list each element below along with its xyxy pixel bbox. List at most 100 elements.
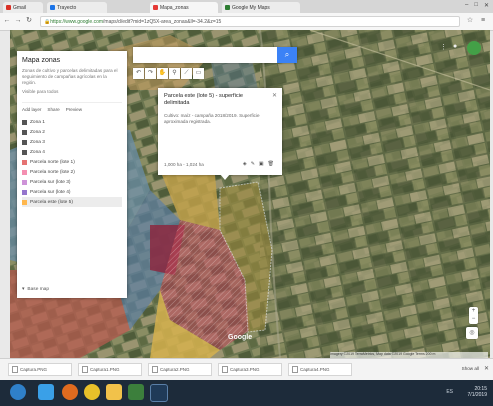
layer-item-selected[interactable]: Parcela este (lote 5) bbox=[22, 197, 122, 207]
edit-icon[interactable]: ✎ bbox=[251, 161, 255, 167]
popup-description: Cultivo: maíz - campaña 2018/2019. Super… bbox=[164, 113, 260, 124]
ruler-icon[interactable]: ▭ bbox=[193, 68, 204, 79]
feature-info-popup: ✕ Parcela este (lote 5) - superficie del… bbox=[158, 88, 282, 175]
photo-icon[interactable]: ▣ bbox=[259, 161, 264, 167]
chrome-icon[interactable] bbox=[84, 384, 100, 400]
layer-item[interactable]: Parcela sur (lote 3) bbox=[22, 177, 122, 187]
avatar[interactable] bbox=[467, 41, 481, 55]
download-filename: Captura3.PNG bbox=[230, 367, 260, 372]
layer-label: Parcela norte (lote 1) bbox=[30, 159, 75, 165]
url-path: /maps/d/edit?mid=1zQ5X-area_zonas&ll=-34… bbox=[103, 18, 222, 25]
maps-pin-icon bbox=[153, 5, 158, 10]
tab-mapa-zonas[interactable]: Mapa_zonas bbox=[150, 2, 218, 13]
layer-item[interactable]: Zona 2 bbox=[22, 127, 122, 137]
file-icon bbox=[82, 366, 88, 373]
reload-icon[interactable]: ↻ bbox=[25, 17, 33, 25]
line-icon bbox=[22, 119, 27, 125]
layer-label: Zona 2 bbox=[30, 129, 45, 135]
map-visibility: Visible para todos bbox=[22, 89, 59, 94]
popup-measurement: 1,000 ha - 1,024 ha bbox=[164, 162, 204, 167]
share-button[interactable]: Share bbox=[47, 107, 59, 112]
show-all-downloads-link[interactable]: Show all bbox=[462, 366, 479, 371]
start-icon[interactable] bbox=[10, 384, 26, 400]
search-icon: ⌕ bbox=[284, 50, 290, 59]
hand-icon[interactable]: ✋ bbox=[157, 68, 168, 79]
polygon-icon bbox=[22, 199, 27, 205]
apps-grid-icon[interactable]: ⋮ bbox=[440, 43, 447, 51]
system-clock[interactable]: 20:15 7/1/2019 bbox=[468, 386, 487, 398]
notifications-icon[interactable]: ● bbox=[453, 43, 461, 51]
download-filename: Captura2.PNG bbox=[160, 367, 190, 372]
zoom-in-icon[interactable]: + bbox=[472, 308, 476, 314]
map-title[interactable]: Mapa zonas bbox=[22, 57, 122, 64]
paint-icon[interactable]: ◈ bbox=[243, 161, 247, 167]
download-item[interactable]: Captura2.PNG bbox=[148, 363, 212, 376]
base-map-toggle[interactable]: ▾ Base map bbox=[22, 287, 49, 292]
layer-label: Zona 3 bbox=[30, 139, 45, 145]
layer-label: Parcela sur (lote 3) bbox=[30, 179, 71, 185]
delete-icon[interactable]: 🗑 bbox=[268, 161, 274, 167]
layer-list: Zona 1 Zona 2 Zona 3 Zona 4 Parcela nort… bbox=[22, 117, 122, 207]
polygon-icon bbox=[22, 159, 27, 165]
map-legend-panel: Mapa zonas Zonas de cultivo y parcelas d… bbox=[17, 51, 127, 298]
zoom-out-icon[interactable]: − bbox=[472, 316, 476, 322]
tab-my-maps[interactable]: Google My Maps bbox=[222, 2, 300, 13]
tab-trayecto[interactable]: Trayecto bbox=[47, 2, 107, 13]
minimize-icon[interactable]: – bbox=[465, 2, 468, 9]
tab-gmail[interactable]: Gmail bbox=[3, 2, 43, 13]
firefox-icon[interactable] bbox=[62, 384, 78, 400]
close-icon[interactable]: ✕ bbox=[484, 2, 489, 9]
zoom-control[interactable]: + − bbox=[469, 307, 478, 324]
tab-label: Gmail bbox=[13, 4, 27, 11]
panel-actions: Add layer Share Preview bbox=[22, 102, 122, 112]
layer-item[interactable]: Zona 1 bbox=[22, 117, 122, 127]
file-icon bbox=[152, 366, 158, 373]
layer-label: Zona 4 bbox=[30, 149, 45, 155]
file-icon bbox=[292, 366, 298, 373]
back-icon[interactable]: ← bbox=[3, 17, 11, 25]
file-icon bbox=[222, 366, 228, 373]
popup-pointer bbox=[220, 174, 230, 180]
maximize-icon[interactable]: □ bbox=[474, 2, 478, 9]
popup-title: Parcela este (lote 5) - superficie delim… bbox=[164, 93, 243, 106]
line-icon bbox=[22, 149, 27, 155]
base-map-label: Base map bbox=[27, 287, 50, 292]
close-icon[interactable]: ✕ bbox=[272, 92, 277, 99]
download-item[interactable]: Captura.PNG bbox=[8, 363, 72, 376]
tab-label: Trayecto bbox=[57, 4, 77, 11]
forward-icon[interactable]: → bbox=[14, 17, 22, 25]
downloads-bar: Captura.PNG Captura1.PNG Captura2.PNG Ca… bbox=[0, 358, 493, 380]
menu-icon[interactable]: ≡ bbox=[479, 17, 487, 25]
chevron-down-icon: ▾ bbox=[22, 287, 25, 292]
polygon-icon bbox=[22, 189, 27, 195]
ie-icon[interactable] bbox=[38, 384, 54, 400]
taskbar: ES 20:15 7/1/2019 bbox=[0, 380, 493, 406]
layer-item[interactable]: Parcela norte (lote 1) bbox=[22, 157, 122, 167]
star-icon[interactable]: ☆ bbox=[466, 17, 474, 25]
app-icon[interactable] bbox=[128, 384, 144, 400]
layer-item[interactable]: Zona 3 bbox=[22, 137, 122, 147]
search-button[interactable]: ⌕ bbox=[277, 47, 297, 63]
layer-item[interactable]: Parcela norte (lote 2) bbox=[22, 167, 122, 177]
close-icon[interactable]: ✕ bbox=[484, 365, 489, 372]
undo-icon[interactable]: ↶ bbox=[133, 68, 144, 79]
window-controls: – □ ✕ bbox=[465, 2, 489, 9]
location-icon[interactable]: ◎ bbox=[466, 327, 478, 339]
app-icon[interactable] bbox=[150, 384, 168, 402]
marker-icon[interactable]: ⚲ bbox=[169, 68, 180, 79]
language-indicator[interactable]: ES bbox=[446, 389, 453, 395]
download-filename: Captura4.PNG bbox=[300, 367, 330, 372]
folder-icon[interactable] bbox=[106, 384, 122, 400]
map-description[interactable]: Zonas de cultivo y parcelas delimitadas … bbox=[22, 68, 122, 86]
url-input[interactable]: 🔒 https://www.google.com /maps/d/edit?mi… bbox=[40, 16, 460, 27]
download-item[interactable]: Captura3.PNG bbox=[218, 363, 282, 376]
download-item[interactable]: Captura4.PNG bbox=[288, 363, 352, 376]
download-item[interactable]: Captura1.PNG bbox=[78, 363, 142, 376]
search-input[interactable] bbox=[133, 47, 297, 63]
preview-button[interactable]: Preview bbox=[66, 107, 82, 112]
layer-item[interactable]: Parcela sur (lote 4) bbox=[22, 187, 122, 197]
line-icon[interactable]: ⟋ bbox=[181, 68, 192, 79]
layer-item[interactable]: Zona 4 bbox=[22, 147, 122, 157]
redo-icon[interactable]: ↷ bbox=[145, 68, 156, 79]
add-layer-button[interactable]: Add layer bbox=[22, 107, 41, 112]
